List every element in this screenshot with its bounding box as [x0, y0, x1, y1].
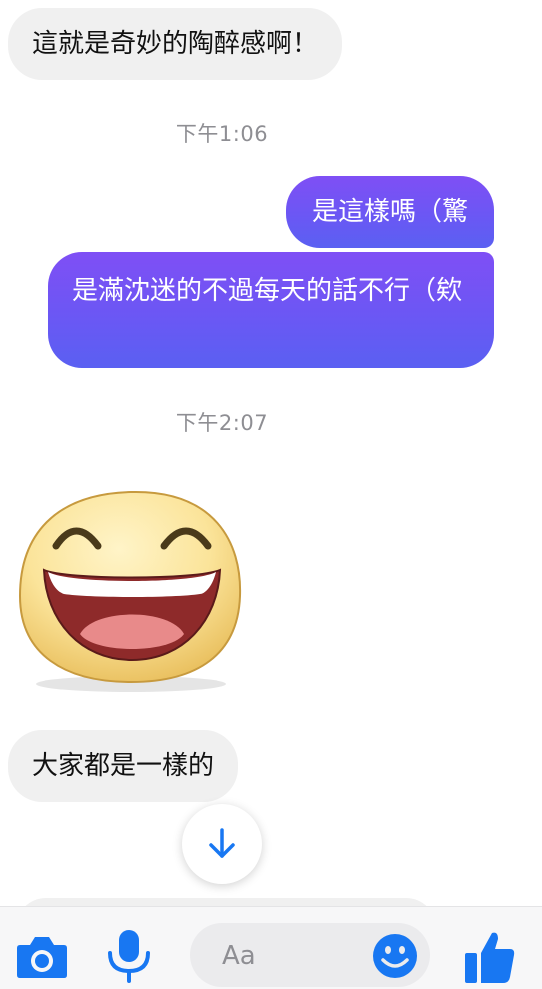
message-input[interactable] [190, 923, 430, 987]
microphone-icon [108, 930, 150, 983]
camera-button[interactable] [16, 933, 68, 979]
message-bubble-incoming[interactable]: 這就是奇妙的陶醉感啊！ [8, 8, 343, 80]
timestamp: 下午2:07 [175, 411, 269, 435]
thumbs-up-icon [465, 932, 515, 983]
message-bubble-outgoing[interactable]: 是滿沈迷的不過每天的話不行（欸 [48, 252, 494, 368]
scroll-to-bottom-button[interactable] [182, 804, 262, 884]
camera-icon [17, 937, 67, 978]
microphone-button[interactable] [104, 929, 154, 983]
emoji-button[interactable] [372, 933, 418, 979]
message-bubble-outgoing[interactable]: 是這樣嗎（驚 [285, 176, 494, 248]
message-bubble-incoming[interactable]: 大家都是一樣的 [8, 730, 239, 802]
message-text-field[interactable] [220, 933, 364, 979]
emoji-icon [373, 934, 417, 978]
arrow-down-icon [209, 828, 235, 858]
timestamp: 下午1:06 [175, 122, 269, 146]
composer-bar [0, 906, 542, 989]
like-button[interactable] [464, 929, 516, 985]
laughing-face-sticker[interactable] [14, 484, 248, 694]
